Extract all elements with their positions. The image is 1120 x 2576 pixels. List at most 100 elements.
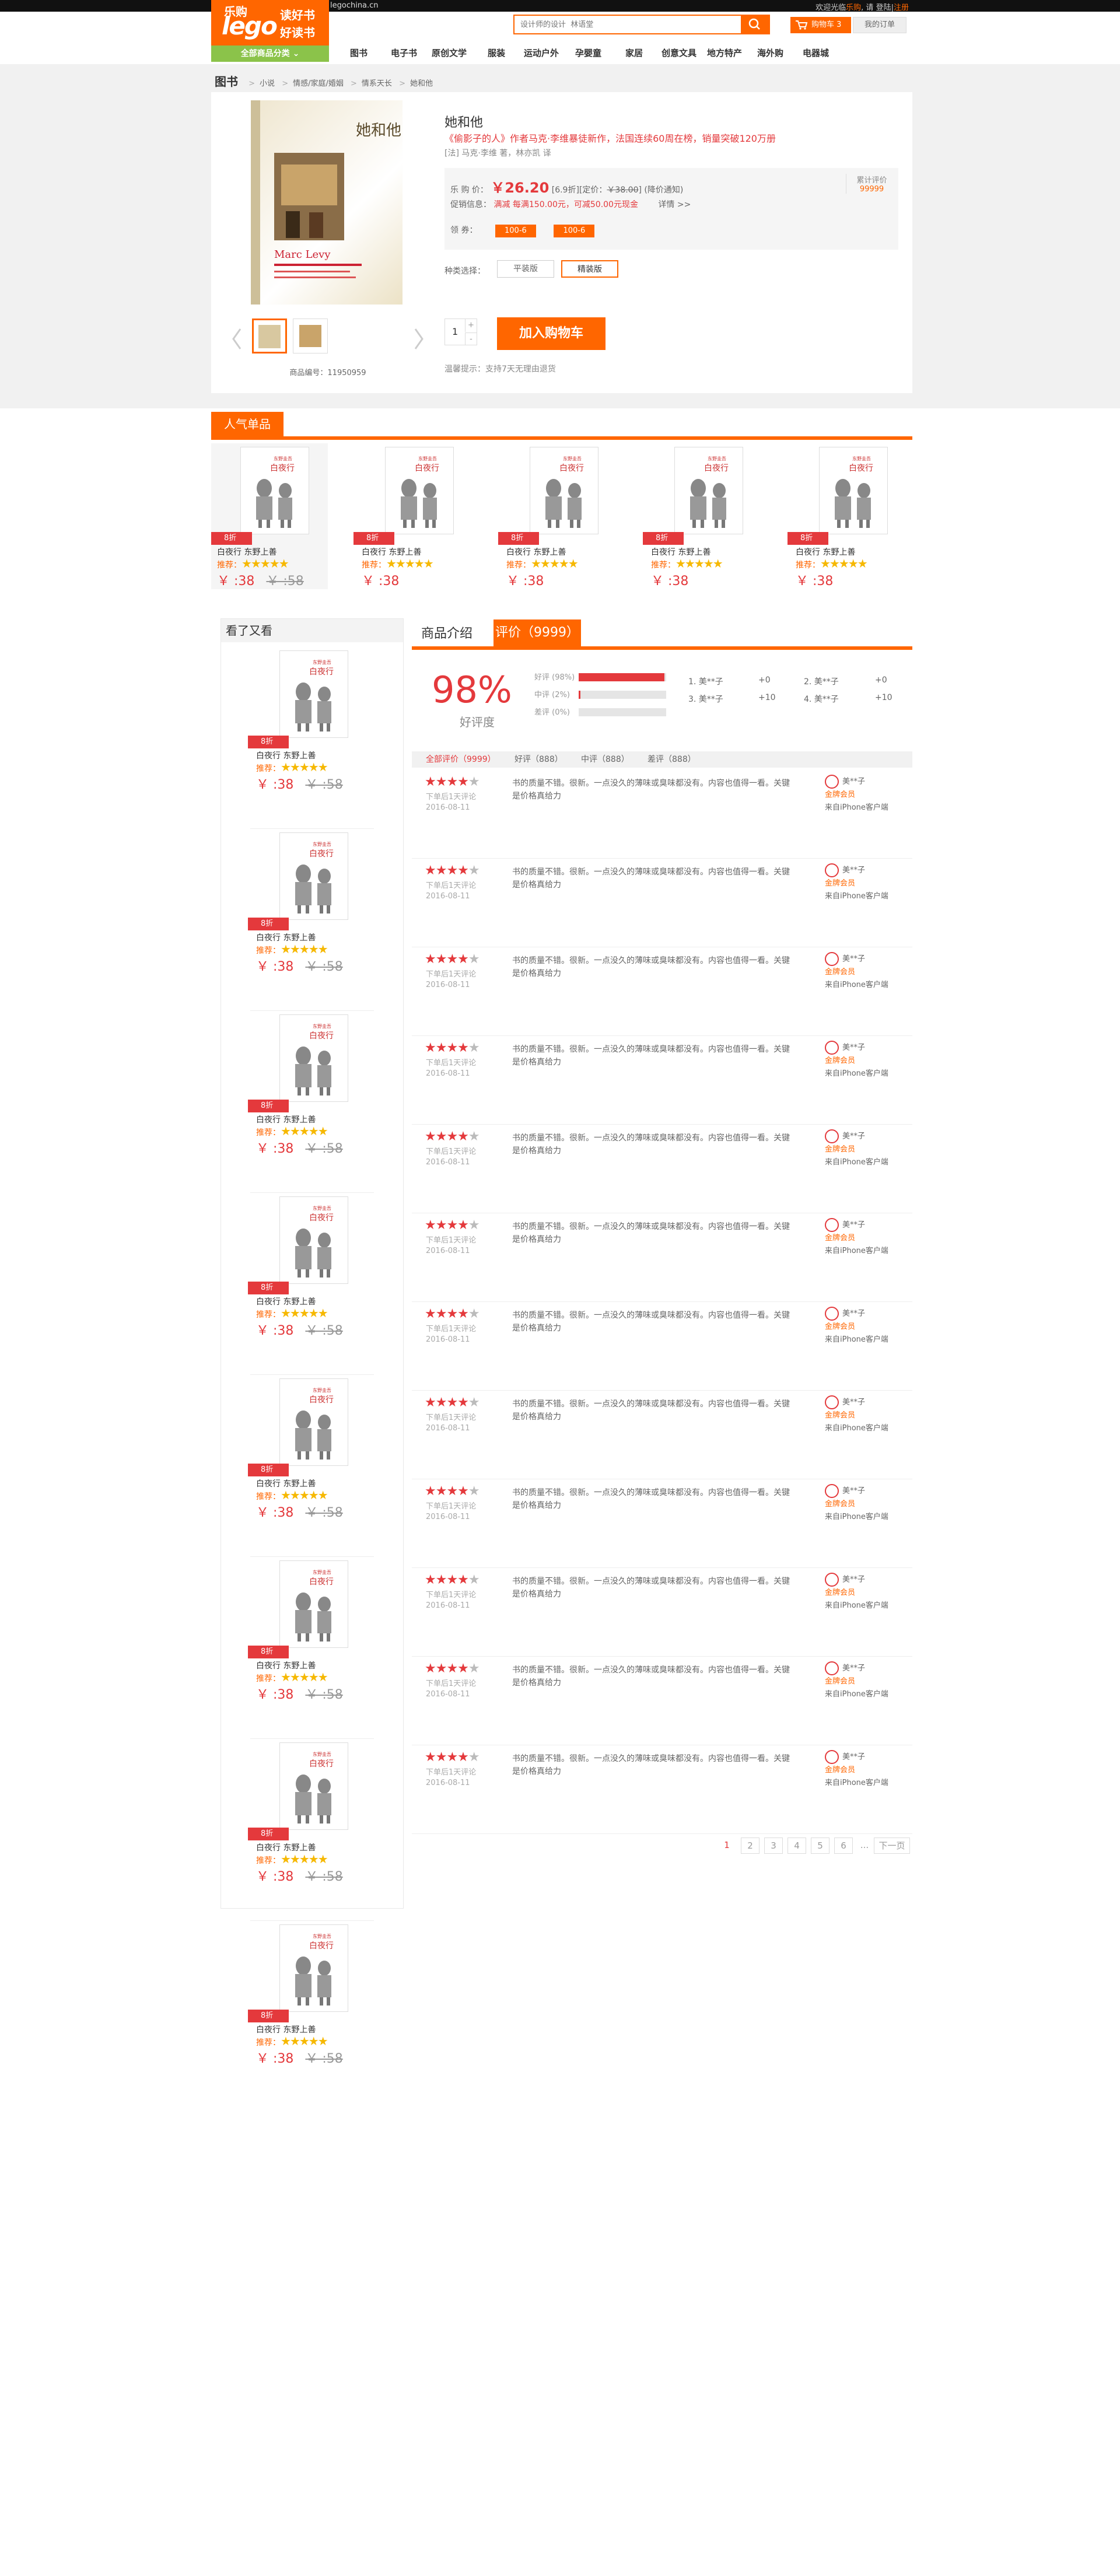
page-link[interactable]: 5 — [811, 1838, 830, 1854]
product-name[interactable]: 白夜行 东野上善 — [256, 932, 316, 943]
product-cover[interactable]: 东野圭吾 白夜行 — [385, 447, 454, 534]
price-notify-link[interactable]: (降价通知) — [644, 186, 683, 195]
reviewer-name[interactable]: 美**子 — [842, 1132, 865, 1141]
breadcrumb-root[interactable]: 图书 — [215, 75, 238, 89]
nav-item[interactable]: 电子书 — [391, 47, 417, 59]
sidebar-item[interactable]: 东野圭吾 白夜行 8折 白夜行 东野上善 推荐：★★★★★ ￥ :38 ￥ :58 — [248, 829, 374, 1011]
sidebar-item[interactable]: 东野圭吾 白夜行 8折 白夜行 东野上善 推荐：★★★★★ ￥ :38 ￥ :58 — [248, 1557, 374, 1739]
product-item[interactable]: 东野圭吾 白夜行 8折 白夜行 东野上善 推荐：★★★★★ ￥ :38 ￥ :58 — [248, 1921, 367, 2067]
avatar[interactable] — [825, 952, 839, 966]
reviewer-name[interactable]: 美**子 — [842, 1487, 865, 1496]
review-count-box[interactable]: 累计评价 99999 — [846, 174, 892, 194]
quantity-minus-button[interactable]: - — [465, 332, 477, 345]
avatar[interactable] — [825, 1573, 839, 1587]
avatar[interactable] — [825, 1129, 839, 1143]
page-link[interactable]: 6 — [834, 1838, 853, 1854]
product-item[interactable]: 东野圭吾 白夜行 8折 白夜行 东野上善 推荐：★★★★★ ￥ :38 — [354, 443, 473, 589]
product-cover[interactable]: 东野圭吾 白夜行 — [279, 832, 348, 920]
product-cover[interactable]: 东野圭吾 白夜行 — [530, 447, 598, 534]
product-name[interactable]: 白夜行 东野上善 — [256, 1660, 316, 1671]
product-item[interactable]: 东野圭吾 白夜行 8折 白夜行 东野上善 推荐：★★★★★ ￥ :38 ￥ :58 — [248, 647, 367, 793]
product-cover[interactable]: 东野圭吾 白夜行 — [279, 650, 348, 738]
site-url[interactable]: legochina.cn — [330, 1, 379, 10]
avatar[interactable] — [825, 1661, 839, 1675]
product-item[interactable]: 东野圭吾 白夜行 8折 白夜行 东野上善 推荐：★★★★★ ￥ :38 ￥ :58 — [248, 1193, 367, 1339]
product-name[interactable]: 白夜行 东野上善 — [796, 546, 855, 558]
page-link[interactable]: 2 — [741, 1838, 760, 1854]
sidebar-item[interactable]: 东野圭吾 白夜行 8折 白夜行 东野上善 推荐：★★★★★ ￥ :38 ￥ :58 — [248, 1921, 374, 2103]
nav-item[interactable]: 图书 — [350, 47, 368, 59]
product-cover[interactable]: 东野圭吾 白夜行 — [674, 447, 743, 534]
avatar[interactable] — [825, 1307, 839, 1321]
product-item[interactable]: 东野圭吾 白夜行 8折 白夜行 东野上善 推荐：★★★★★ ￥ :38 ￥ :58 — [248, 1557, 367, 1703]
product-item[interactable]: 东野圭吾 白夜行 8折 白夜行 东野上善 推荐：★★★★★ ￥ :38 ￥ :58 — [248, 1739, 367, 1885]
sidebar-item[interactable]: 东野圭吾 白夜行 8折 白夜行 东野上善 推荐：★★★★★ ￥ :38 ￥ :58 — [248, 1193, 374, 1375]
page-link-current[interactable]: 1 — [718, 1838, 736, 1854]
version-option[interactable]: 平装版 — [497, 260, 554, 278]
add-to-cart-button[interactable]: 加入购物车 — [497, 317, 606, 350]
cart-button[interactable]: 购物车 3 — [790, 17, 851, 33]
nav-item[interactable]: 创意文具 — [662, 47, 696, 59]
keyword-tag[interactable]: 3. 美**子 — [688, 693, 723, 705]
nav-item[interactable]: 家居 — [625, 47, 643, 59]
reviewer-name[interactable]: 美**子 — [842, 955, 865, 964]
product-name[interactable]: 白夜行 东野上善 — [256, 1478, 316, 1489]
sidebar-item[interactable]: 东野圭吾 白夜行 8折 白夜行 东野上善 推荐：★★★★★ ￥ :38 ￥ :58 — [248, 1739, 374, 1921]
nav-item[interactable]: 运动户外 — [524, 47, 559, 59]
reviewer-name[interactable]: 美**子 — [842, 866, 865, 875]
my-order-button[interactable]: 我的订单 — [853, 17, 907, 33]
product-item[interactable]: 东野圭吾 白夜行 8折 白夜行 东野上善 推荐：★★★★★ ￥ :38 ￥ :58 — [248, 1375, 367, 1521]
product-name[interactable]: 白夜行 东野上善 — [256, 1296, 316, 1307]
arrow-left-icon[interactable] — [229, 324, 246, 354]
avatar[interactable] — [825, 775, 839, 789]
product-item[interactable]: 东野圭吾 白夜行 8折 白夜行 东野上善 推荐：★★★★★ ￥ :38 — [643, 443, 762, 589]
product-item[interactable]: 东野圭吾 白夜行 8折 白夜行 东野上善 推荐：★★★★★ ￥ :38 — [788, 443, 907, 589]
product-cover[interactable]: 东野圭吾 白夜行 — [279, 1378, 348, 1466]
filter-mid[interactable]: 中评（888） — [581, 751, 629, 768]
nav-item[interactable]: 服装 — [488, 47, 505, 59]
product-item[interactable]: 东野圭吾 白夜行 8折 白夜行 东野上善 推荐：★★★★★ ￥ :38 ￥ :58 — [248, 829, 367, 975]
filter-bad[interactable]: 差评（888） — [648, 751, 696, 768]
product-cover[interactable]: 东野圭吾 白夜行 — [279, 1742, 348, 1830]
coupon-tag[interactable]: 100-6 — [554, 225, 595, 237]
avatar[interactable] — [825, 1218, 839, 1232]
page-link[interactable]: 4 — [788, 1838, 806, 1854]
search-button[interactable] — [741, 16, 769, 33]
reviewer-name[interactable]: 美**子 — [842, 1310, 865, 1318]
reviewer-name[interactable]: 美**子 — [842, 1398, 865, 1407]
product-cover[interactable]: 东野圭吾 白夜行 — [279, 1196, 348, 1284]
product-name[interactable]: 白夜行 东野上善 — [256, 2024, 316, 2035]
product-item[interactable]: 东野圭吾 白夜行 8折 白夜行 东野上善 推荐：★★★★★ ￥ :38 — [498, 443, 617, 589]
sidebar-item[interactable]: 东野圭吾 白夜行 8折 白夜行 东野上善 推荐：★★★★★ ￥ :38 ￥ :58 — [248, 647, 374, 829]
site-logo[interactable]: 乐购 lego 读好书 好读书 — [211, 0, 329, 46]
avatar[interactable] — [825, 1750, 839, 1764]
nav-item[interactable]: 原创文学 — [432, 47, 467, 59]
reviewer-name[interactable]: 美**子 — [842, 1664, 865, 1673]
product-name[interactable]: 白夜行 东野上善 — [256, 750, 316, 761]
breadcrumb-item[interactable]: 情系天长 — [362, 79, 392, 88]
filter-all[interactable]: 全部评价（9999） — [426, 751, 496, 768]
avatar[interactable] — [825, 863, 839, 877]
tab-reviews[interactable]: 评价（9999） — [494, 620, 581, 646]
product-item[interactable]: 东野圭吾 白夜行 8折 白夜行 东野上善 推荐：★★★★★ ￥ :38 ￥ :58 — [211, 443, 328, 589]
product-name[interactable]: 白夜行 东野上善 — [217, 546, 276, 558]
product-name[interactable]: 白夜行 东野上善 — [256, 1842, 316, 1853]
breadcrumb-item[interactable]: 情感/家庭/婚姻 — [293, 79, 344, 88]
nav-item[interactable]: 电器城 — [803, 47, 829, 59]
tab-intro[interactable]: 商品介绍 — [421, 623, 473, 642]
sidebar-item[interactable]: 东野圭吾 白夜行 8折 白夜行 东野上善 推荐：★★★★★ ￥ :38 ￥ :58 — [248, 1375, 374, 1557]
product-name[interactable]: 白夜行 东野上善 — [506, 546, 566, 558]
product-cover[interactable]: 东野圭吾 白夜行 — [279, 1560, 348, 1648]
product-cover[interactable]: 东野圭吾 白夜行 — [819, 447, 888, 534]
keyword-tag[interactable]: 2. 美**子 — [804, 676, 839, 687]
search-input[interactable] — [514, 16, 736, 33]
thumbnail[interactable] — [293, 318, 328, 354]
product-name[interactable]: 白夜行 东野上善 — [362, 546, 421, 558]
product-cover[interactable]: 东野圭吾 白夜行 — [279, 1924, 348, 2012]
filter-good[interactable]: 好评（888） — [514, 751, 563, 768]
breadcrumb-item[interactable]: 小说 — [260, 79, 275, 88]
reviewer-name[interactable]: 美**子 — [842, 778, 865, 786]
reviewer-name[interactable]: 美**子 — [842, 1576, 865, 1584]
product-name[interactable]: 白夜行 东野上善 — [256, 1114, 316, 1125]
avatar[interactable] — [825, 1484, 839, 1498]
